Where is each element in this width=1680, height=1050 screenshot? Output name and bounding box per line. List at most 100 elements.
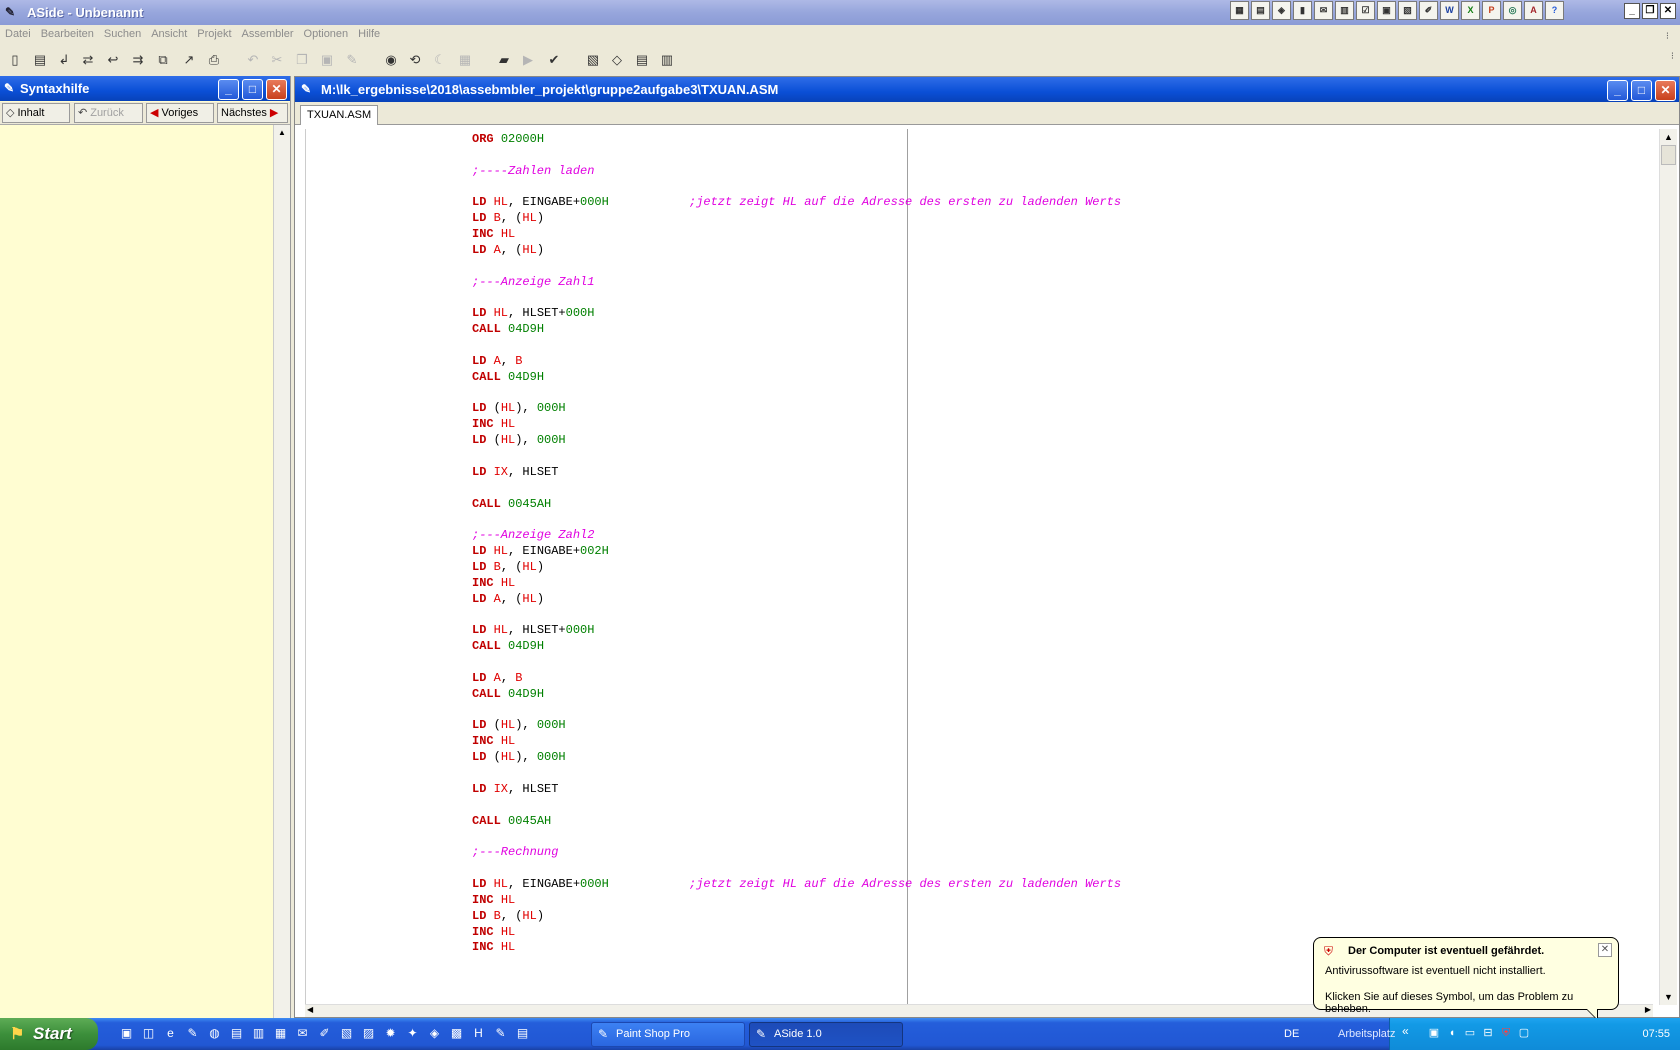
paste-icon[interactable]: ▣ (318, 51, 336, 69)
open-file-icon[interactable]: ▤ (31, 51, 49, 69)
menu-ansicht[interactable]: Ansicht (146, 25, 192, 40)
mail-icon[interactable]: ✉ (294, 1024, 311, 1043)
note-icon[interactable]: ▥ (250, 1024, 267, 1043)
scroll-left-icon[interactable]: ◀ (307, 1005, 313, 1014)
previous-button[interactable]: ◀ Voriges (146, 103, 214, 123)
excel-icon[interactable]: X (1461, 1, 1480, 20)
task-aside[interactable]: ✎ ASide 1.0 (749, 1022, 903, 1047)
display-icon[interactable]: ▭ (1463, 1026, 1477, 1040)
minimize-icon[interactable]: _ (218, 79, 239, 100)
menu-projekt[interactable]: Projekt (192, 25, 236, 40)
goto-icon[interactable]: ▦ (456, 51, 474, 69)
start-button[interactable]: ⚑ Start (0, 1018, 98, 1050)
calendar-icon[interactable]: ▥ (1335, 1, 1354, 20)
aside-icon[interactable]: ✎ (492, 1024, 509, 1043)
new-file-icon[interactable]: ▯ (6, 51, 24, 69)
gear-icon[interactable]: ✹ (382, 1024, 399, 1043)
close-icon[interactable]: ✕ (1598, 943, 1612, 957)
menu-hilfe[interactable]: Hilfe (353, 25, 385, 40)
minimize-icon[interactable]: _ (1607, 80, 1628, 101)
save-all-icon[interactable]: ⇄ (79, 51, 97, 69)
options-icon[interactable]: ▤ (633, 51, 651, 69)
journal-icon[interactable]: ▧ (1398, 1, 1417, 20)
monitor-icon[interactable]: ▢ (1517, 1026, 1531, 1040)
pencil-icon[interactable]: ✎ (184, 1024, 201, 1043)
edit-icon[interactable]: ✎ (343, 51, 361, 69)
scroll-up-icon[interactable]: ▲ (274, 125, 290, 141)
arbeitsplatz-toolbar[interactable]: Arbeitsplatz (1338, 1028, 1395, 1040)
menu-suchen[interactable]: Suchen (99, 25, 146, 40)
book-icon[interactable]: ▨ (360, 1024, 377, 1043)
maximize-icon[interactable]: □ (1631, 80, 1652, 101)
notes-icon[interactable]: ✐ (1419, 1, 1438, 20)
desktop-icon[interactable]: ▣ (118, 1024, 135, 1043)
build-icon[interactable]: ◇ (608, 51, 626, 69)
code-editor[interactable]: ORG 02000H ;----Zahlen laden LD HL, EINGAB… (305, 129, 1654, 1005)
access-icon[interactable]: A (1524, 1, 1543, 20)
tool-icon[interactable]: ✦ (404, 1024, 421, 1043)
globe-icon[interactable]: ◍ (206, 1024, 223, 1043)
shortcut-icon[interactable]: ◈ (1272, 1, 1291, 20)
restore-icon[interactable]: ❐ (1642, 3, 1658, 19)
contents-button[interactable]: ◇ Inhalt (2, 103, 70, 123)
menu-datei[interactable]: Datei (0, 25, 36, 40)
ie-icon[interactable]: e (162, 1024, 179, 1043)
close-icon[interactable]: ✕ (266, 79, 287, 100)
word-icon[interactable]: W (1440, 1, 1459, 20)
replace-icon[interactable]: ⟲ (406, 51, 424, 69)
menu-assembler[interactable]: Assembler (237, 25, 299, 40)
publisher-icon[interactable]: ◎ (1503, 1, 1522, 20)
pdf-icon[interactable]: ▤ (514, 1024, 531, 1043)
chart-icon[interactable]: ▦ (272, 1024, 289, 1043)
help-shortcut-icon[interactable]: ? (1545, 1, 1564, 20)
close-file-icon[interactable]: ↩ (104, 51, 122, 69)
shortcut-icon[interactable]: ▮ (1293, 1, 1312, 20)
find-icon[interactable]: ◉ (382, 51, 400, 69)
next-button[interactable]: Nächstes ▶ (217, 103, 288, 123)
volume-icon[interactable]: ◖ (1445, 1026, 1459, 1040)
paint-icon[interactable]: ✐ (316, 1024, 333, 1043)
language-indicator[interactable]: DE (1284, 1028, 1299, 1040)
check-icon[interactable]: ✔ (545, 51, 563, 69)
security-shield-icon[interactable]: ⛨ (1499, 1026, 1513, 1040)
scroll-right-icon[interactable]: ▶ (1645, 1005, 1651, 1014)
scroll-down-icon[interactable]: ▼ (1660, 989, 1677, 1005)
document-icon[interactable]: ▤ (228, 1024, 245, 1043)
scroll-up-icon[interactable]: ▲ (1660, 129, 1677, 145)
contacts-icon[interactable]: ▣ (1377, 1, 1396, 20)
expand-tray-icon[interactable]: « (1402, 1024, 1409, 1038)
image-icon[interactable]: ▧ (338, 1024, 355, 1043)
picture-icon[interactable]: ▩ (448, 1024, 465, 1043)
undo-icon[interactable]: ↶ (244, 51, 262, 69)
panel-scrollbar[interactable]: ▲ (273, 125, 290, 1018)
security-balloon[interactable]: ⛨ Der Computer ist eventuell gefährdet. … (1313, 937, 1619, 1021)
tab-txuan-asm[interactable]: TXUAN.ASM (300, 105, 379, 125)
tasks-icon[interactable]: ☑ (1356, 1, 1375, 20)
shortcut-icon[interactable]: ▤ (1251, 1, 1270, 20)
save-icon[interactable]: ↲ (55, 51, 73, 69)
back-button[interactable]: ↶ Zurück (74, 103, 143, 123)
open-project-icon[interactable]: ▰ (495, 51, 513, 69)
app-icon[interactable]: ◈ (426, 1024, 443, 1043)
menu-bearbeiten[interactable]: Bearbeiten (36, 25, 99, 40)
editor-vertical-scrollbar[interactable]: ▲ ▼ (1659, 129, 1677, 1005)
h-app-icon[interactable]: H (470, 1024, 487, 1043)
help-icon[interactable]: ▥ (658, 51, 676, 69)
powerpoint-icon[interactable]: P (1482, 1, 1501, 20)
minimize-icon[interactable]: _ (1624, 3, 1640, 19)
recycle-icon[interactable]: ◫ (140, 1024, 157, 1043)
export-icon[interactable]: ⧉ (154, 51, 172, 69)
menu-optionen[interactable]: Optionen (299, 25, 354, 40)
run-icon[interactable]: ▶ (519, 51, 537, 69)
assemble-icon[interactable]: ▧ (584, 51, 602, 69)
network-icon[interactable]: ▣ (1427, 1026, 1441, 1040)
shortcut-icon[interactable]: ▦ (1230, 1, 1249, 20)
copy-icon[interactable]: ❐ (293, 51, 311, 69)
scroll-thumb[interactable] (1661, 145, 1676, 165)
maximize-icon[interactable]: □ (242, 79, 263, 100)
find-next-icon[interactable]: ☾ (431, 51, 449, 69)
cut-icon[interactable]: ✂ (268, 51, 286, 69)
open-folder-icon[interactable]: ↗ (180, 51, 198, 69)
mail-icon[interactable]: ✉ (1314, 1, 1333, 20)
task-paint-shop-pro[interactable]: ✎ Paint Shop Pro (591, 1022, 745, 1047)
